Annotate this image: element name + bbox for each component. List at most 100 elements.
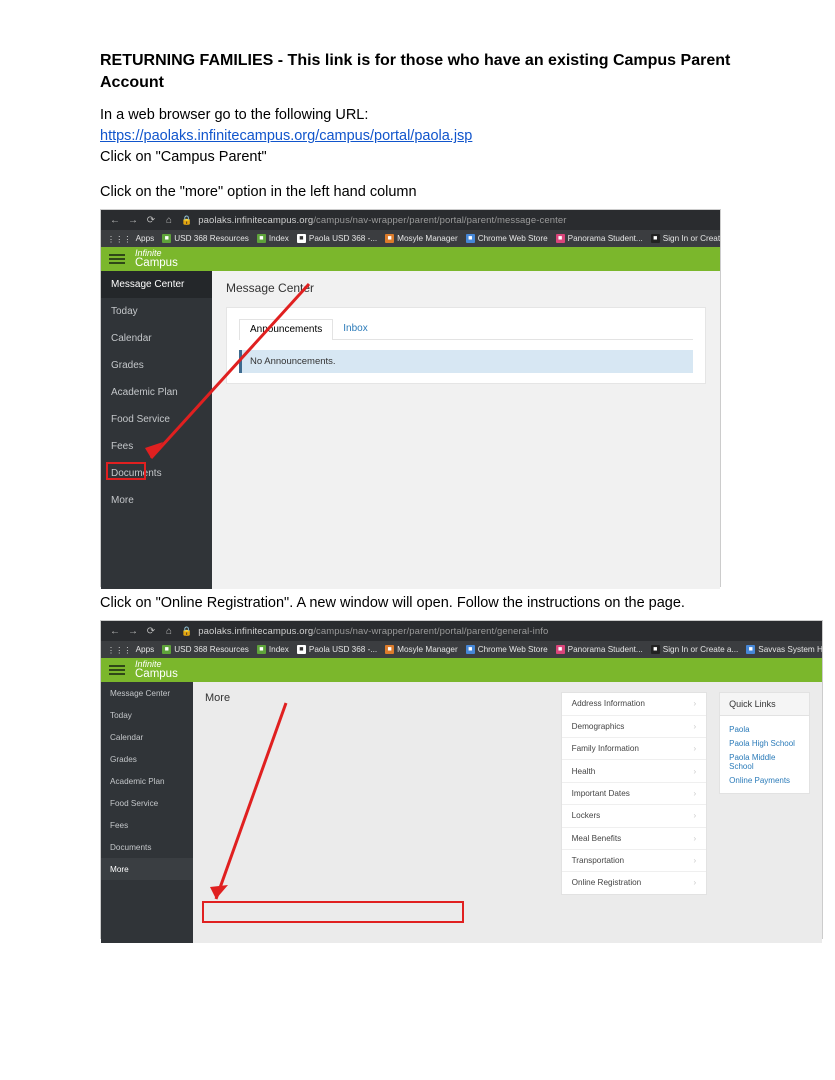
bookmark-icon: ■ — [297, 645, 306, 654]
bookmark-icon: ■ — [385, 234, 394, 243]
bookmark-item[interactable]: ■Index — [257, 234, 289, 243]
bookmark-icon: ■ — [162, 645, 171, 654]
sidebar-item-today[interactable]: Today — [101, 298, 212, 325]
more-row-family-information[interactable]: Family Information› — [562, 738, 707, 760]
sidebar-item-academic-plan[interactable]: Academic Plan — [101, 379, 212, 406]
screenshot-more-page: ← → ⟳ ⌂ 🔒 paolaks.infinitecampus.org/cam… — [100, 620, 823, 939]
bookmark-item[interactable]: ■Sign In or Create a... — [651, 645, 739, 654]
quicklink-paola-high-school[interactable]: Paola High School — [729, 736, 800, 750]
bookmark-icon: ■ — [746, 645, 755, 654]
tab-announcements[interactable]: Announcements — [239, 319, 333, 340]
quicklink-paola[interactable]: Paola — [729, 722, 800, 736]
sidebar-item-grades[interactable]: Grades — [101, 352, 212, 379]
bookmark-label: Panorama Student... — [568, 234, 643, 243]
more-row-important-dates[interactable]: Important Dates› — [562, 783, 707, 805]
quick-links-heading: Quick Links — [719, 692, 810, 715]
content-area: Message Center Announcements Inbox No An… — [212, 271, 720, 589]
bookmark-item[interactable]: ■Index — [257, 645, 289, 654]
more-row-address-information[interactable]: Address Information› — [562, 693, 707, 715]
bookmark-item[interactable]: ■Panorama Student... — [556, 645, 643, 654]
chevron-right-icon: › — [693, 722, 696, 731]
chevron-right-icon: › — [693, 767, 696, 776]
more-row-meal-benefits[interactable]: Meal Benefits› — [562, 828, 707, 850]
row-label: Lockers — [572, 811, 601, 820]
row-label: Transportation — [572, 856, 625, 865]
bookmark-icon: ■ — [466, 645, 475, 654]
back-icon[interactable]: ← — [109, 214, 121, 226]
page-title: RETURNING FAMILIES - This link is for th… — [100, 50, 775, 93]
sidebar-item-more[interactable]: More — [101, 487, 212, 514]
browser-urlbar: ← → ⟳ ⌂ 🔒 paolaks.infinitecampus.org/cam… — [101, 621, 822, 641]
bookmark-item[interactable]: ■USD 368 Resources — [162, 645, 249, 654]
lock-icon: 🔒 — [181, 626, 192, 637]
bookmarks-bar: ⋮⋮⋮Apps ■USD 368 Resources ■Index ■Paola… — [101, 641, 822, 658]
sidebar-item-food-service[interactable]: Food Service — [101, 406, 212, 433]
bookmark-item[interactable]: ■Chrome Web Store — [466, 234, 548, 243]
quicklink-paola-middle-school[interactable]: Paola Middle School — [729, 750, 800, 773]
app-logo: InfiniteCampus — [135, 249, 178, 270]
content-heading: Message Center — [226, 281, 706, 295]
bookmark-item[interactable]: ■Panorama Student... — [556, 234, 643, 243]
more-row-demographics[interactable]: Demographics › — [562, 716, 707, 738]
forward-icon[interactable]: → — [127, 214, 139, 226]
bookmark-icon: ■ — [651, 234, 660, 243]
bookmark-item[interactable]: ■Paola USD 368 -... — [297, 234, 377, 243]
no-announcements-message: No Announcements. — [239, 350, 693, 373]
more-row-lockers[interactable]: Lockers › — [562, 805, 707, 827]
bookmark-item[interactable]: ■Paola USD 368 -... — [297, 645, 377, 654]
highlight-online-registration — [202, 901, 464, 923]
more-row-health[interactable]: Health › — [562, 760, 707, 782]
sidebar-item-food-service[interactable]: Food Service — [101, 792, 193, 814]
chevron-right-icon: › — [693, 856, 696, 865]
reload-icon[interactable]: ⟳ — [145, 625, 157, 637]
bookmark-item[interactable]: ■Mosyle Manager — [385, 234, 458, 243]
home-icon[interactable]: ⌂ — [163, 214, 175, 226]
back-icon[interactable]: ← — [109, 625, 121, 637]
bookmark-item[interactable]: ■Chrome Web Store — [466, 645, 548, 654]
tab-inbox[interactable]: Inbox — [333, 319, 377, 340]
bookmark-icon: ■ — [162, 234, 171, 243]
quicklink-online-payments[interactable]: Online Payments — [729, 773, 800, 787]
apps-button[interactable]: ⋮⋮⋮Apps — [107, 234, 154, 244]
bookmark-label: Index — [269, 234, 289, 243]
bookmark-label: USD 368 Resources — [174, 234, 249, 243]
intro-line-1: In a web browser go to the following URL… — [100, 105, 775, 126]
sidebar-item-fees[interactable]: Fees — [101, 814, 193, 836]
highlight-more — [106, 462, 146, 480]
sidebar-item-academic-plan[interactable]: Academic Plan — [101, 770, 193, 792]
row-label: Demographics — [572, 722, 625, 731]
reload-icon[interactable]: ⟳ — [145, 214, 157, 226]
hamburger-icon[interactable] — [109, 254, 125, 264]
bookmark-icon: ■ — [556, 234, 565, 243]
more-row-transportation[interactable]: Transportation › — [562, 850, 707, 872]
more-row-online-registration[interactable]: Online Registration› — [562, 872, 707, 893]
lock-icon: 🔒 — [181, 215, 192, 226]
sidebar-item-today[interactable]: Today — [101, 704, 193, 726]
row-label: Important Dates — [572, 789, 630, 798]
bookmark-item[interactable]: ■Mosyle Manager — [385, 645, 458, 654]
chevron-right-icon: › — [693, 811, 696, 820]
sidebar-item-grades[interactable]: Grades — [101, 748, 193, 770]
bookmark-item[interactable]: ■Savvas System H... — [746, 645, 822, 654]
apps-button[interactable]: ⋮⋮⋮Apps — [107, 645, 154, 655]
sidebar-item-calendar[interactable]: Calendar — [101, 325, 212, 352]
hamburger-icon[interactable] — [109, 665, 125, 675]
bookmark-item[interactable]: ■Sign In or Create a... — [651, 234, 720, 243]
portal-link[interactable]: https://paolaks.infinitecampus.org/campu… — [100, 128, 472, 144]
sidebar-item-calendar[interactable]: Calendar — [101, 726, 193, 748]
sidebar-item-message-center[interactable]: Message Center — [101, 682, 193, 704]
bookmark-icon: ■ — [385, 645, 394, 654]
chevron-right-icon: › — [693, 834, 696, 843]
bookmark-item[interactable]: ■USD 368 Resources — [162, 234, 249, 243]
bookmark-label: Sign In or Create a... — [663, 234, 720, 243]
sidebar-item-message-center[interactable]: Message Center — [101, 271, 212, 298]
forward-icon[interactable]: → — [127, 625, 139, 637]
home-icon[interactable]: ⌂ — [163, 625, 175, 637]
sidebar-item-fees[interactable]: Fees — [101, 433, 212, 460]
sidebar-item-documents[interactable]: Documents — [101, 836, 193, 858]
row-label: Health — [572, 767, 596, 776]
bookmark-icon: ■ — [257, 234, 266, 243]
sidebar-item-more[interactable]: More — [101, 858, 193, 880]
bookmark-icon: ■ — [556, 645, 565, 654]
bookmark-label: Paola USD 368 -... — [309, 645, 377, 654]
